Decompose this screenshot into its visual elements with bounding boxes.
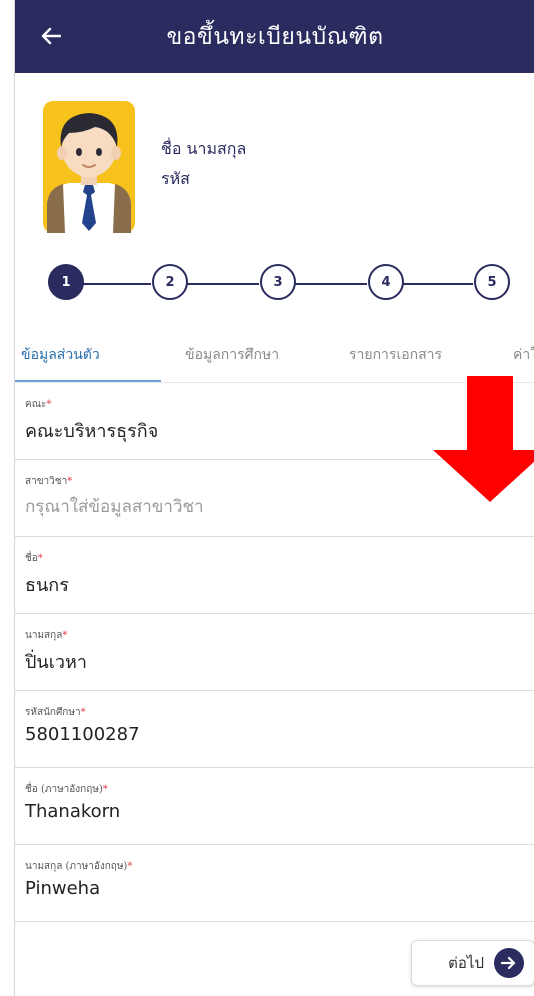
- faculty-label: คณะ*: [25, 399, 52, 410]
- step-1[interactable]: 1: [48, 264, 84, 300]
- faculty-value: คณะบริหารธุรกิจ: [25, 421, 159, 442]
- step-connector: [403, 283, 473, 285]
- next-button-label: ต่อไป: [448, 954, 484, 972]
- last-name-label: นามสกุล*: [25, 630, 68, 641]
- first-name-en-field[interactable]: ชื่อ (ภาษาอังกฤษ)* Thanakorn: [15, 768, 534, 845]
- last-name-field[interactable]: นามสกุล* ปิ่นเวหา: [15, 614, 534, 691]
- profile-name: ชื่อ นามสกุล: [161, 139, 247, 158]
- student-avatar-icon: [43, 101, 135, 233]
- avatar: [39, 95, 139, 240]
- tab-education-info[interactable]: ข้อมูลการศึกษา: [185, 330, 279, 380]
- last-name-value: ปิ่นเวหา: [25, 652, 87, 673]
- progress-stepper: 1 2 3 4 5: [15, 262, 534, 306]
- tab-personal-info[interactable]: ข้อมูลส่วนตัว: [21, 330, 100, 380]
- major-placeholder: กรุณาใส่ข้อมูลสาขาวิชา: [25, 497, 204, 517]
- next-button[interactable]: ต่อไป: [411, 940, 534, 986]
- step-connector: [187, 283, 259, 285]
- tab-documents[interactable]: รายการเอกสาร: [349, 330, 442, 380]
- step-connector: [295, 283, 367, 285]
- student-id-value: 5801100287: [25, 724, 140, 745]
- tab-bar: ข้อมูลส่วนตัว ข้อมูลการศึกษา รายการเอกสา…: [15, 330, 534, 382]
- red-down-arrow-icon: [433, 376, 534, 502]
- profile-id: รหัส: [161, 169, 190, 188]
- last-name-en-label: นามสกุล (ภาษาอังกฤษ)*: [25, 861, 133, 872]
- step-5[interactable]: 5: [474, 264, 510, 300]
- step-connector: [83, 283, 151, 285]
- page-title: ขอขึ้นทะเบียนบัณฑิต: [166, 23, 384, 50]
- app-frame: ขอขึ้นทะเบียนบัณฑิต ชื่อ นามสกุล รหัส 1 …: [14, 0, 534, 996]
- student-id-label: รหัสนักศึกษา*: [25, 707, 86, 718]
- first-name-en-value: Thanakorn: [25, 801, 121, 822]
- last-name-en-field[interactable]: นามสกุล (ภาษาอังกฤษ)* Pinweha: [15, 845, 534, 922]
- app-header: ขอขึ้นทะเบียนบัณฑิต: [15, 0, 534, 73]
- first-name-label: ชื่อ*: [25, 553, 43, 564]
- last-name-en-value: Pinweha: [25, 878, 101, 899]
- first-name-value: ธนกร: [25, 575, 69, 596]
- arrow-right-icon: [494, 948, 524, 978]
- student-id-field[interactable]: รหัสนักศึกษา* 5801100287: [15, 691, 534, 768]
- step-4[interactable]: 4: [368, 264, 404, 300]
- first-name-field[interactable]: ชื่อ* ธนกร: [15, 537, 534, 614]
- step-2[interactable]: 2: [152, 264, 188, 300]
- step-3[interactable]: 3: [260, 264, 296, 300]
- first-name-en-label: ชื่อ (ภาษาอังกฤษ)*: [25, 784, 108, 795]
- tab-fees[interactable]: ค่าใ: [513, 330, 534, 380]
- major-label: สาขาวิชา*: [25, 476, 73, 487]
